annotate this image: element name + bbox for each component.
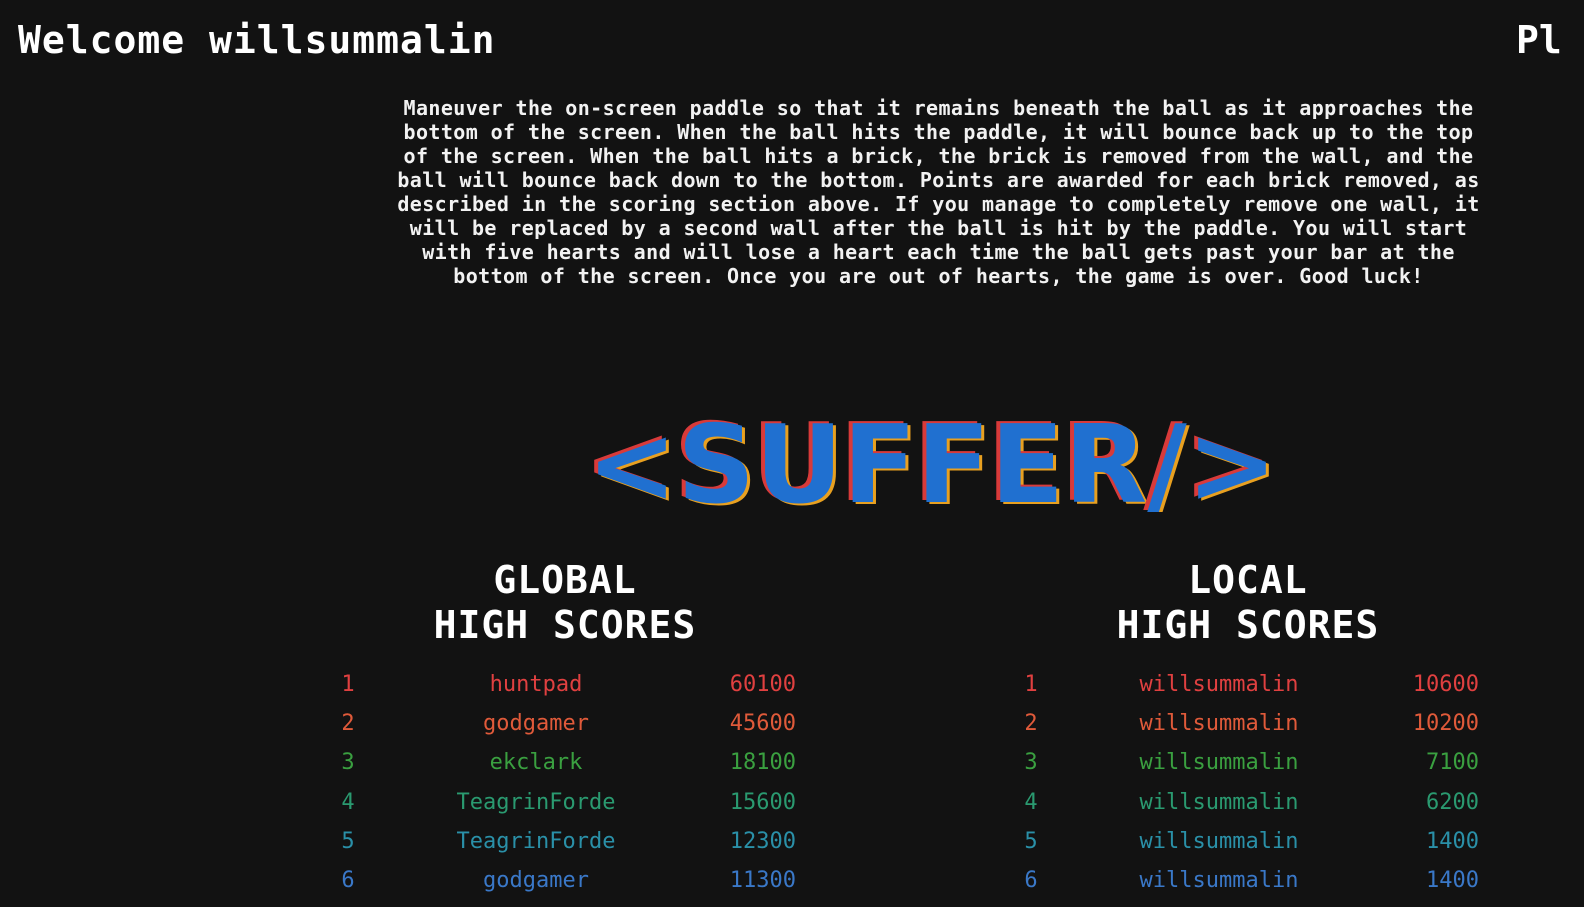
table-row: 3 willsummalin 7100 (1011, 750, 1491, 789)
table-row: 1 huntpad 60100 (328, 672, 808, 711)
score-cell: 1400 (1426, 828, 1479, 854)
name-cell: willsummalin (1139, 711, 1299, 737)
rank-cell: 4 (1024, 789, 1038, 815)
score-cell: 12300 (729, 828, 796, 854)
score-cell: 60100 (729, 672, 796, 697)
score-cell: 15600 (729, 789, 796, 815)
welcome-heading: Welcome willsummalin (18, 18, 496, 62)
table-row: 6 godgamer 11300 (328, 868, 808, 907)
name-cell: willsummalin (1139, 789, 1299, 815)
name-cell: willsummalin (1139, 828, 1299, 854)
table-row: 6 willsummalin 1400 (1011, 868, 1491, 907)
global-title-line2: HIGH SCORES (433, 603, 697, 647)
game-instructions: Maneuver the on-screen paddle so that it… (397, 96, 1480, 288)
logo-text: <SUFFER/> (587, 412, 1277, 512)
global-high-scores-title: GLOBAL HIGH SCORES (365, 558, 765, 648)
table-row: 4 TeagrinForde 15600 (328, 790, 808, 829)
table-row: 3 ekclark 18100 (328, 750, 808, 789)
name-cell: willsummalin (1139, 750, 1299, 776)
rank-cell: 3 (341, 750, 355, 776)
table-row: 5 willsummalin 1400 (1011, 829, 1491, 868)
global-title-line1: GLOBAL (493, 558, 637, 602)
score-cell: 6200 (1426, 789, 1479, 815)
rank-cell: 6 (341, 867, 355, 893)
rank-cell: 5 (341, 828, 355, 854)
rank-cell: 1 (1024, 672, 1038, 697)
table-row: 4 willsummalin 6200 (1011, 790, 1491, 829)
name-cell: willsummalin (1139, 672, 1299, 697)
score-cell: 45600 (729, 711, 796, 737)
rank-cell: 1 (341, 672, 355, 697)
name-cell: godgamer (483, 711, 589, 737)
table-row: 5 TeagrinForde 12300 (328, 829, 808, 868)
rank-cell: 2 (341, 711, 355, 737)
name-cell: godgamer (483, 867, 589, 893)
table-row: 2 willsummalin 10200 (1011, 711, 1491, 750)
table-row: 1 willsummalin 10600 (1011, 672, 1491, 711)
rank-cell: 6 (1024, 867, 1038, 893)
score-cell: 10600 (1412, 672, 1479, 697)
score-cell: 7100 (1426, 750, 1479, 776)
name-cell: TeagrinForde (456, 828, 616, 854)
rank-cell: 3 (1024, 750, 1038, 776)
name-cell: willsummalin (1139, 867, 1299, 893)
rank-cell: 5 (1024, 828, 1038, 854)
name-cell: huntpad (489, 672, 583, 697)
table-row: 2 godgamer 45600 (328, 711, 808, 750)
local-scores-table: 1 willsummalin 10600 2 willsummalin 10200 3 wil… (1011, 672, 1491, 907)
rank-cell: 4 (341, 789, 355, 815)
local-title-line1: LOCAL (1188, 558, 1308, 602)
score-cell: 10200 (1412, 711, 1479, 737)
score-cell: 18100 (729, 750, 796, 776)
play-link[interactable]: Pl (1516, 18, 1562, 62)
local-high-scores-title: LOCAL HIGH SCORES (1048, 558, 1448, 648)
local-title-line2: HIGH SCORES (1116, 603, 1380, 647)
name-cell: ekclark (489, 750, 583, 776)
rank-cell: 2 (1024, 711, 1038, 737)
score-cell: 1400 (1426, 867, 1479, 893)
suffer-logo: <SUFFER/> <SUFFER/> <SUFFER/> (583, 412, 1280, 512)
global-scores-table: 1 huntpad 60100 2 godgamer 45600 3 ekclark 18100… (328, 672, 808, 907)
score-cell: 11300 (729, 867, 796, 893)
name-cell: TeagrinForde (456, 789, 616, 815)
